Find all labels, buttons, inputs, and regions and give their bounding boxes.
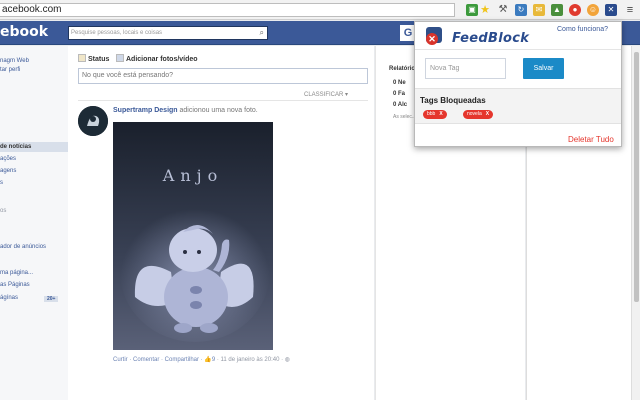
tools-icon[interactable]: ⚒ <box>497 4 509 16</box>
post-photo[interactable]: Anjo <box>113 122 273 350</box>
composer-input[interactable]: No que você está pensando? <box>78 68 368 84</box>
report-row[interactable]: 0 Fa <box>393 91 405 97</box>
remove-tag-button[interactable]: X <box>486 111 489 117</box>
nav-item-news-feed[interactable]: de notícias <box>0 144 31 150</box>
tag-label: bbb <box>427 111 436 117</box>
popup-divider <box>415 49 621 50</box>
nav-item-create-page[interactable]: ma página... <box>0 270 33 276</box>
search-input[interactable]: Pesquise pessoas, locais e coisas ⌕ <box>68 26 268 40</box>
news-feed: Status Adicionar fotos/vídeo No que você… <box>68 46 374 400</box>
nav-item-edit-profile[interactable]: tar perfi <box>0 67 20 73</box>
drive-icon[interactable]: ▲ <box>551 4 563 16</box>
nav-item-pages-feed[interactable]: ágínas <box>0 295 18 301</box>
tab-add-photo[interactable]: Adicionar fotos/vídeo <box>116 54 198 63</box>
record-icon[interactable]: ● <box>569 4 581 16</box>
globe-icon: ◍ <box>284 357 291 363</box>
mail-icon[interactable]: ✉ <box>533 4 545 16</box>
blocked-tags-title: Tags Bloqueadas <box>420 96 486 105</box>
feedblock-logo-icon: ✕ <box>426 27 442 45</box>
popup-title: FeedBlock <box>452 31 530 46</box>
scrollbar[interactable] <box>631 46 640 400</box>
scrollbar-thumb[interactable] <box>634 52 639 302</box>
refresh-icon[interactable]: ↻ <box>515 4 527 16</box>
address-bar[interactable]: acebook.com <box>0 3 455 17</box>
tab-photo-label: Adicionar fotos/vídeo <box>126 56 198 63</box>
new-tag-input[interactable]: Nova Tag <box>425 58 506 79</box>
post-header: Supertramp Design adicionou uma nova fot… <box>113 107 258 114</box>
remove-tag-button[interactable]: X <box>439 111 442 117</box>
report-title: Relatório <box>389 66 416 72</box>
smiley-icon[interactable]: ☺ <box>587 4 599 16</box>
camera-icon <box>116 54 124 62</box>
blocked-tag: bbb X <box>423 110 447 119</box>
search-icon[interactable]: ⌕ <box>260 27 264 39</box>
status-icon <box>78 54 86 62</box>
nav-item-pages[interactable]: as Páginas <box>0 282 30 288</box>
tag-label: novela <box>467 111 482 117</box>
post-timestamp[interactable]: · 11 de janeiro às 20:40 · <box>215 357 285 363</box>
tab-status[interactable]: Status <box>78 54 109 63</box>
nav-item-profile-name[interactable]: nagm Web <box>0 58 29 64</box>
sort-button[interactable]: CLASSIFICAR ▾ <box>304 91 348 98</box>
tab-status-label: Status <box>88 56 110 63</box>
blocked-tag: novela X <box>463 110 494 119</box>
nav-item-ads-manager[interactable]: ador de anúncios <box>0 244 46 250</box>
green-square-icon[interactable]: ▣ <box>466 4 478 16</box>
nav-count-badge: 20+ <box>44 296 59 302</box>
nav-item-messages[interactable]: ações <box>0 156 16 162</box>
nav-item-groups[interactable]: os <box>0 208 6 214</box>
report-row[interactable]: 0 Alc <box>393 102 407 108</box>
avatar[interactable] <box>78 106 108 136</box>
search-placeholder: Pesquise pessoas, locais e coisas <box>71 30 163 36</box>
left-sidebar: nagm Web tar perfi de notícias ações age… <box>0 46 68 400</box>
feed-divider <box>78 100 368 101</box>
report-row[interactable]: 0 Ne <box>393 80 406 86</box>
post-actions[interactable]: Curtir · Comentar · Compartilhar · <box>113 357 204 363</box>
star-icon[interactable]: ★ <box>479 4 491 16</box>
post-meta: Curtir · Comentar · Compartilhar · 👍9 · … <box>113 356 290 363</box>
save-button[interactable]: Salvar <box>523 58 564 79</box>
delete-all-button[interactable]: Deletar Tudo <box>568 135 614 144</box>
menu-icon[interactable]: ≡ <box>624 4 636 16</box>
photo-caption: Anjo <box>162 166 224 185</box>
blocked-tags-section: Tags Bloqueadas bbb X novela X <box>415 88 621 124</box>
facebook-logo[interactable]: ebook <box>0 24 48 40</box>
nav-item-photos[interactable]: s <box>0 180 3 186</box>
browser-toolbar: acebook.com ▣ ★ ⚒ ↻ ✉ ▲ ● ☺ ✕ ≡ <box>0 0 640 20</box>
feedblock-popup: ✕ FeedBlock Como funciona? Nova Tag Salv… <box>414 21 622 147</box>
nav-item-events[interactable]: agens <box>0 168 16 174</box>
post-action: adicionou uma nova foto. <box>177 107 258 114</box>
help-link[interactable]: Como funciona? <box>557 26 608 33</box>
post-author[interactable]: Supertramp Design <box>113 107 178 114</box>
like-count[interactable]: 👍9 <box>204 357 215 363</box>
feedblock-icon[interactable]: ✕ <box>605 4 617 16</box>
